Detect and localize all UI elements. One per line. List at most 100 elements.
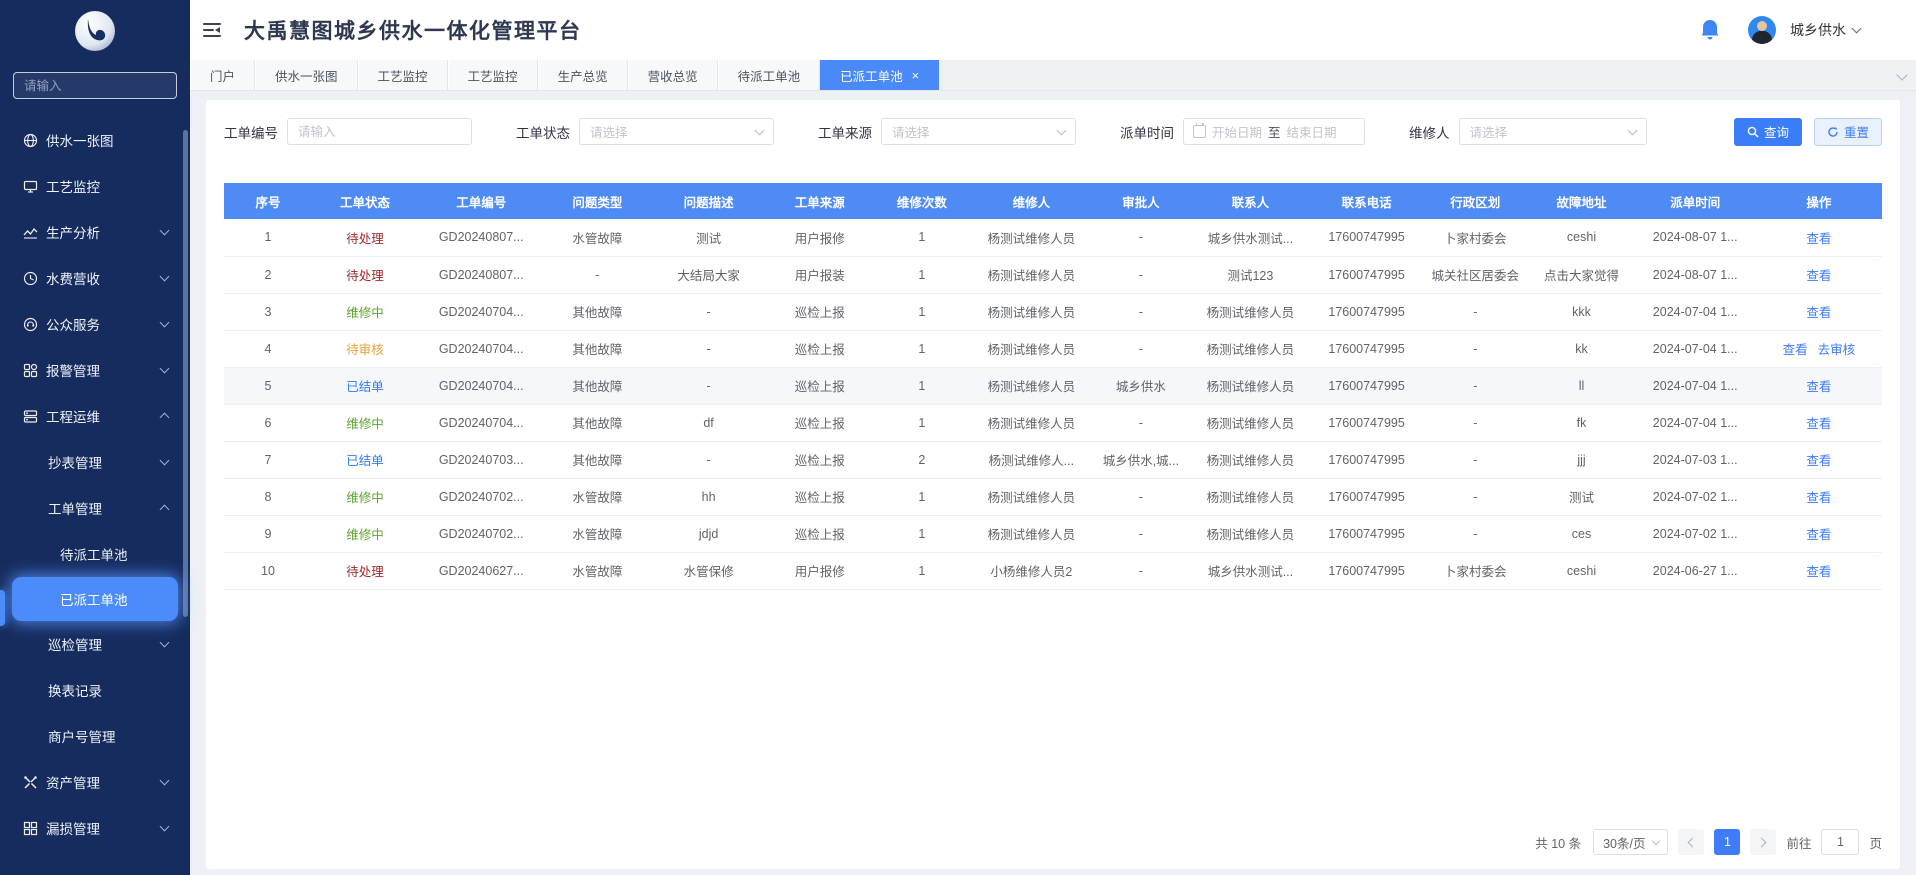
table-cell: 巡检上报 (767, 441, 873, 478)
chevron-down-icon (1652, 836, 1660, 844)
view-link[interactable]: 查看 (1806, 269, 1831, 283)
sidebar-item-巡检管理[interactable]: 巡检管理 (0, 621, 190, 667)
column-header-联系电话: 联系电话 (1311, 183, 1422, 219)
tab-生产总览[interactable]: 生产总览 (538, 60, 628, 90)
status-select[interactable]: 请选择 (579, 118, 774, 145)
user-avatar[interactable] (1748, 16, 1776, 44)
collapse-menu-icon[interactable] (203, 23, 221, 37)
table-cell: 用户报修 (767, 219, 873, 256)
sidebar-item-label: 资产管理 (46, 772, 100, 792)
tab-已派工单池[interactable]: 已派工单池× (820, 60, 939, 90)
user-chevron-down-icon (1852, 24, 1862, 34)
tab-工艺监控[interactable]: 工艺监控 (448, 60, 538, 90)
table-cell: 1 (873, 330, 971, 367)
table-cell-actions: 查看 (1756, 293, 1882, 330)
table-cell: - (651, 330, 767, 367)
view-link[interactable]: 查看 (1806, 454, 1831, 468)
sidebar-item-漏损管理[interactable]: 漏损管理 (0, 805, 190, 851)
sidebar-item-水费营收[interactable]: 水费营收 (0, 255, 190, 301)
source-select[interactable]: 请选择 (881, 118, 1076, 145)
chevron-right-icon (1757, 837, 1767, 847)
tab-overflow-chevron-icon[interactable] (1896, 69, 1907, 80)
view-link[interactable]: 查看 (1806, 380, 1831, 394)
view-link[interactable]: 查看 (1806, 232, 1831, 246)
dispatch-time-label: 派单时间 (1120, 122, 1174, 142)
table-cell: 待处理 (312, 219, 418, 256)
tab-工艺监控[interactable]: 工艺监控 (358, 60, 448, 90)
sidebar-item-label: 工程运维 (46, 406, 100, 426)
table-cell: 17600747995 (1311, 404, 1422, 441)
sidebar-search-input[interactable] (13, 72, 177, 99)
table-row: 8维修中GD20240702...水管故障hh巡检上报1杨测试维修人员-杨测试维… (224, 478, 1882, 515)
table-cell: 杨测试维修人... (971, 441, 1092, 478)
end-date-placeholder: 结束日期 (1287, 122, 1337, 141)
calendar-icon (1193, 125, 1206, 138)
table-cell: - (1092, 330, 1190, 367)
repairer-select[interactable]: 请选择 (1459, 118, 1647, 145)
sidebar-item-工艺监控[interactable]: 工艺监控 (0, 163, 190, 209)
sidebar-item-已派工单池[interactable]: 已派工单池 (12, 577, 178, 621)
user-name-label: 城乡供水 (1790, 20, 1846, 40)
tab-营收总览[interactable]: 营收总览 (628, 60, 718, 90)
table-cell: 8 (224, 478, 312, 515)
leakage-icon (22, 820, 38, 836)
view-link[interactable]: 查看 (1806, 528, 1831, 542)
filter-bar: 工单编号 工单状态 请选择 工单来源 请选择 派单时间 (224, 118, 1882, 145)
sidebar-item-待派工单池[interactable]: 待派工单池 (0, 531, 190, 577)
view-link[interactable]: 查看 (1806, 565, 1831, 579)
user-menu[interactable]: 城乡供水 (1790, 20, 1860, 40)
date-range-picker[interactable]: 开始日期 至 结束日期 (1183, 118, 1365, 145)
table-cell: ll (1528, 367, 1634, 404)
table-cell-actions: 查看 (1756, 404, 1882, 441)
sidebar-item-资产管理[interactable]: 资产管理 (0, 759, 190, 805)
sidebar-item-公众服务[interactable]: 公众服务 (0, 301, 190, 347)
page-size-select[interactable]: 30条/页 (1593, 829, 1668, 855)
table-cell: GD20240702... (418, 515, 544, 552)
asset-icon (22, 774, 38, 790)
table-cell: - (1092, 478, 1190, 515)
tab-待派工单池[interactable]: 待派工单池 (718, 60, 821, 90)
sidebar-item-报警管理[interactable]: 报警管理 (0, 347, 190, 393)
filter-source: 工单来源 请选择 (818, 118, 1076, 145)
search-button[interactable]: 查询 (1734, 118, 1802, 146)
sidebar-scrollbar[interactable] (183, 130, 188, 617)
column-header-维修次数: 维修次数 (873, 183, 971, 219)
sidebar-item-换表记录[interactable]: 换表记录 (0, 667, 190, 713)
sidebar-item-商户号管理[interactable]: 商户号管理 (0, 713, 190, 759)
view-link[interactable]: 查看 (1806, 417, 1831, 431)
search-icon (1747, 126, 1759, 138)
view-link[interactable]: 查看 (1806, 491, 1831, 505)
sidebar-item-抄表管理[interactable]: 抄表管理 (0, 439, 190, 485)
order-no-input[interactable] (288, 125, 471, 139)
view-link[interactable]: 查看 (1806, 306, 1831, 320)
chevron-down-icon (160, 456, 170, 466)
sidebar-item-供水一张图[interactable]: 供水一张图 (0, 117, 190, 163)
tab-close-icon[interactable]: × (912, 69, 920, 82)
table-cell: 小杨维修人员2 (971, 552, 1092, 589)
table-cell: - (1092, 256, 1190, 293)
tab-label: 生产总览 (558, 66, 608, 85)
table-cell: 1 (873, 552, 971, 589)
table-cell: 维修中 (312, 293, 418, 330)
analysis-icon (22, 224, 38, 240)
table-cell: 水管故障 (544, 552, 650, 589)
header-right: 城乡供水 (1700, 16, 1916, 44)
reset-button[interactable]: 重置 (1814, 118, 1882, 146)
review-link[interactable]: 去审核 (1818, 343, 1856, 357)
notification-bell-icon[interactable] (1700, 19, 1720, 41)
sidebar-item-工单管理[interactable]: 工单管理 (0, 485, 190, 531)
table-cell: 2024-07-02 1... (1635, 478, 1756, 515)
tab-门户[interactable]: 门户 (190, 60, 255, 90)
view-link[interactable]: 查看 (1783, 343, 1808, 357)
tab-label: 营收总览 (648, 66, 698, 85)
next-page-button[interactable] (1750, 829, 1776, 855)
sidebar-item-生产分析[interactable]: 生产分析 (0, 209, 190, 255)
table-cell: fk (1528, 404, 1634, 441)
goto-page-input[interactable] (1821, 829, 1859, 855)
sidebar-item-工程运维[interactable]: 工程运维 (0, 393, 190, 439)
prev-page-button[interactable] (1678, 829, 1704, 855)
pagination: 共 10 条 30条/页 1 前往 页 (224, 829, 1882, 855)
tab-供水一张图[interactable]: 供水一张图 (255, 60, 358, 90)
page-number-button[interactable]: 1 (1714, 829, 1740, 855)
chevron-down-icon (160, 226, 170, 236)
